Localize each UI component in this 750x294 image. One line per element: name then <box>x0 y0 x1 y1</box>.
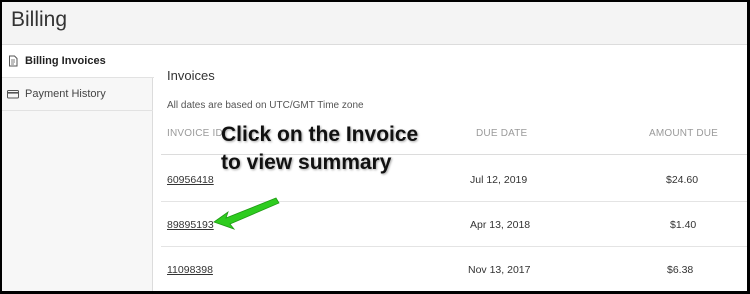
column-header-invoice-id[interactable]: INVOICE ID <box>167 128 223 139</box>
callout-line-1: Click on the Invoice <box>221 123 419 146</box>
amount-due: $24.60 <box>666 174 699 186</box>
callout-line-2: to view summary <box>221 151 392 174</box>
pointer-arrow-icon <box>213 197 280 230</box>
document-icon <box>9 55 18 67</box>
sidebar-item-label: Payment History <box>25 88 106 100</box>
row-divider <box>161 246 747 247</box>
due-date: Jul 12, 2019 <box>470 174 528 186</box>
due-date: Nov 13, 2017 <box>468 264 531 276</box>
column-header-amount-due[interactable]: AMOUNT DUE <box>649 128 718 139</box>
column-header-due-date[interactable]: DUE DATE <box>476 128 527 139</box>
amount-due: $1.40 <box>670 219 697 231</box>
sidebar-item-payment-history[interactable]: Payment History <box>2 79 153 111</box>
timezone-note: All dates are based on UTC/GMT Time zone <box>167 100 364 111</box>
instruction-callout: Click on the Invoice to view summary <box>221 121 418 177</box>
invoice-id-link[interactable]: 11098398 <box>167 264 213 276</box>
billing-window: Billing Billing Invoices Payment History… <box>2 2 747 291</box>
sidebar: Billing Invoices Payment History <box>2 46 154 291</box>
page-title: Billing <box>11 8 68 31</box>
sidebar-item-label: Billing Invoices <box>25 55 106 67</box>
sidebar-item-billing-invoices[interactable]: Billing Invoices <box>2 46 154 78</box>
credit-card-icon <box>7 90 19 99</box>
amount-due: $6.38 <box>667 264 694 276</box>
invoice-id-link[interactable]: 60956418 <box>167 174 214 186</box>
invoice-id-link[interactable]: 89895193 <box>167 219 214 231</box>
page-header: Billing <box>2 2 747 45</box>
due-date: Apr 13, 2018 <box>470 219 531 231</box>
section-title: Invoices <box>167 68 215 83</box>
